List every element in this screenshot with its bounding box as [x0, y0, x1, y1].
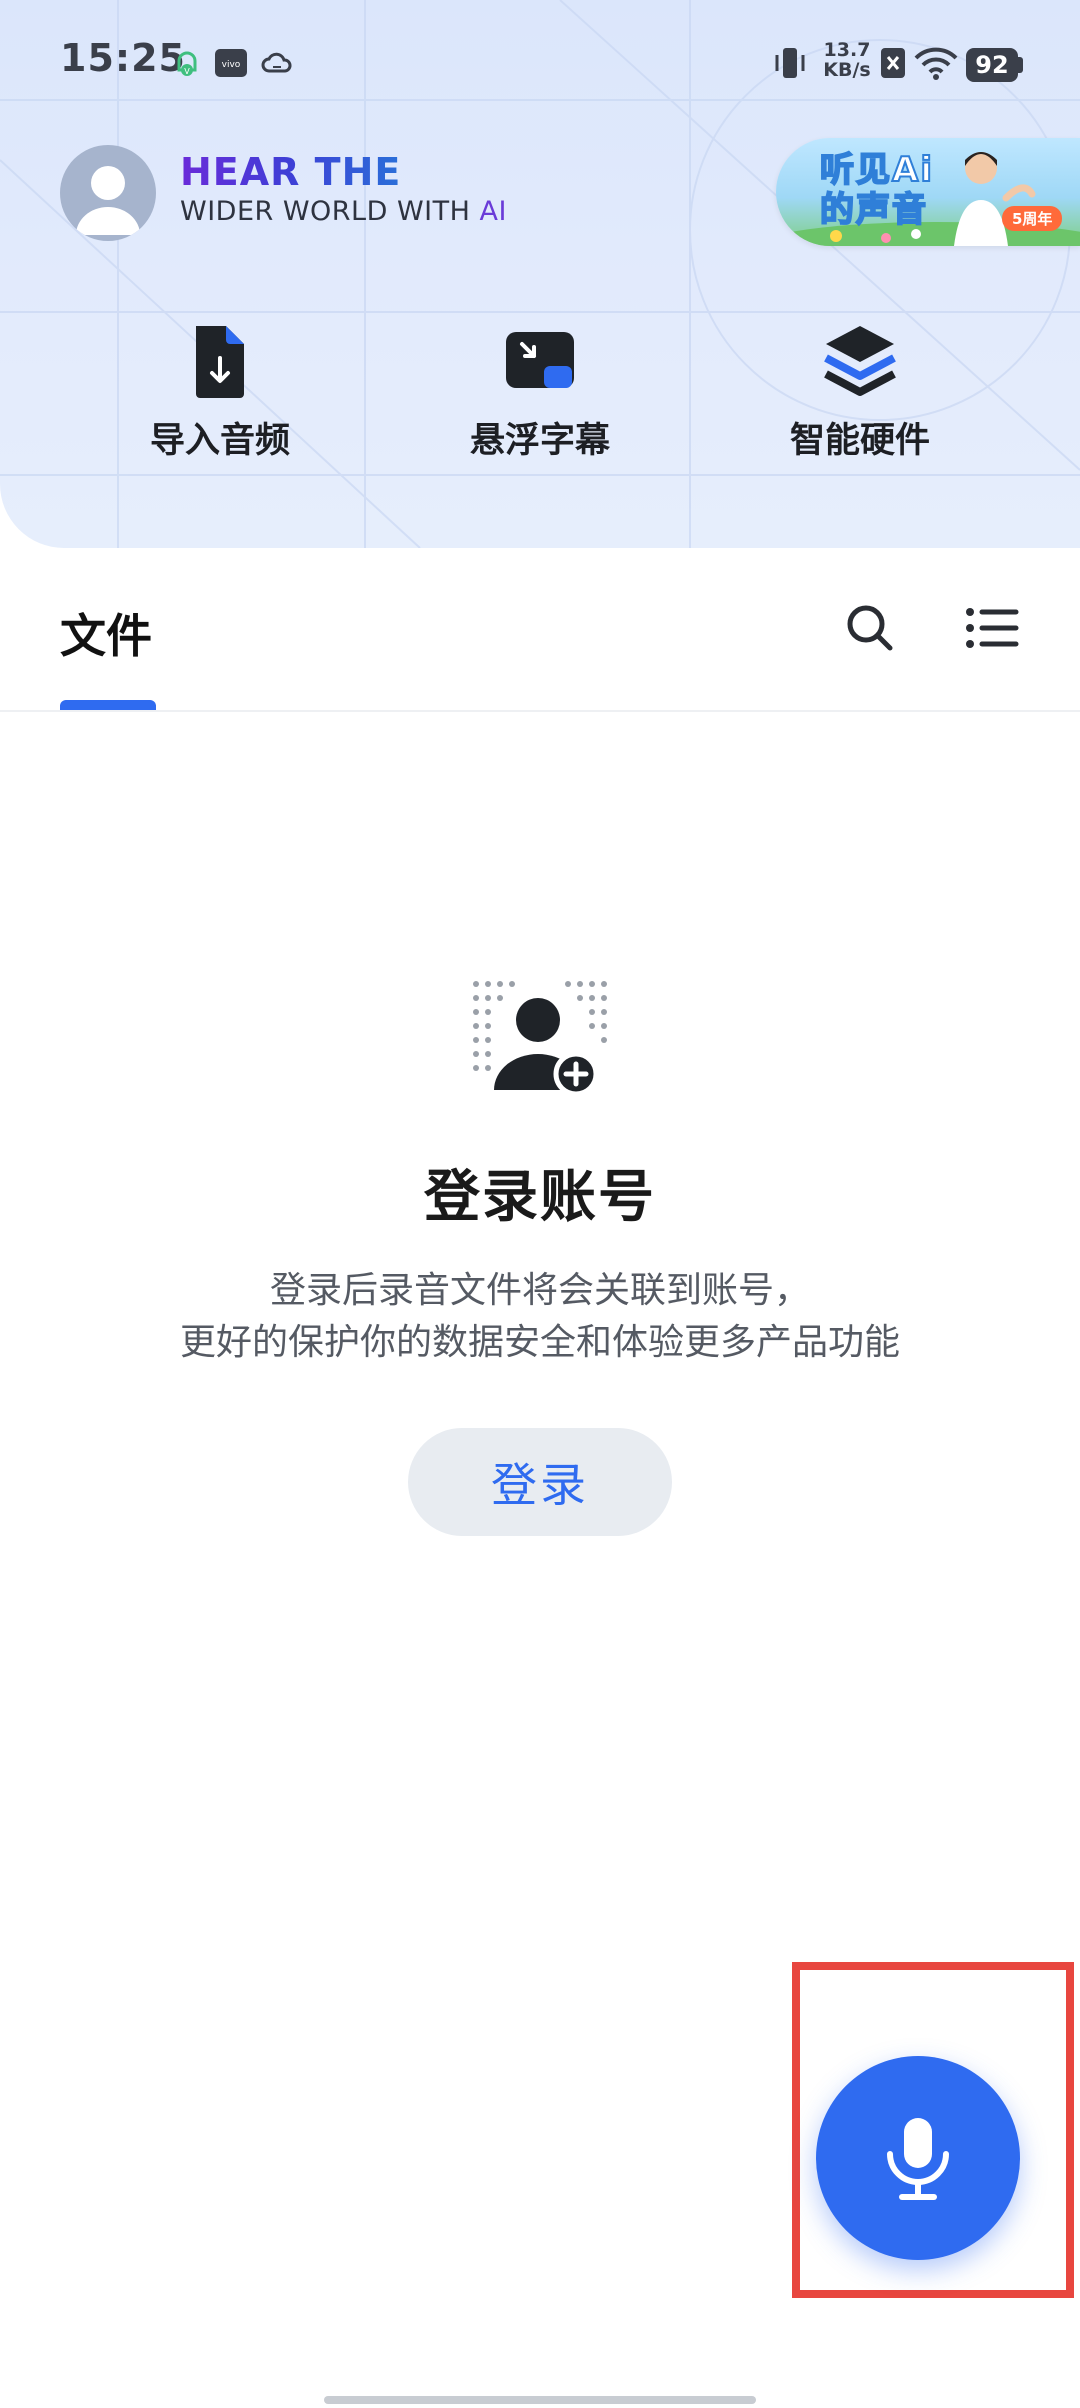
promo-text-line-1: 听见Ai [819, 149, 934, 191]
home-indicator[interactable] [324, 2396, 756, 2404]
battery-icon: 92 [966, 48, 1018, 82]
svg-text:vivo: vivo [222, 60, 241, 70]
empty-state-description: 登录后录音文件将会关联到账号， 更好的保护你的数据安全和体验更多产品功能 [0, 1265, 1080, 1369]
svg-text:V: V [184, 67, 190, 76]
cloud-icon [261, 52, 292, 73]
net-speed-value: 13.7 [823, 39, 871, 61]
microphone-icon [887, 2118, 949, 2200]
empty-state-description-line-2: 更好的保护你的数据安全和体验更多产品功能 [179, 1322, 900, 1363]
files-header [0, 548, 1080, 710]
record-button[interactable] [816, 2056, 1020, 2260]
search-icon[interactable] [840, 598, 900, 658]
promo-text-line-2: 的声音 [819, 189, 928, 231]
promo-banner[interactable]: 听见Ai 的声音 5周年 [776, 138, 1080, 246]
list-icon[interactable] [962, 598, 1022, 658]
battery-tip [1018, 57, 1023, 73]
tab-active-indicator [60, 700, 156, 710]
quick-action-label: 导入音频 [149, 421, 290, 461]
tab-divider [0, 710, 1080, 712]
notification-bell-icon: V [177, 51, 197, 76]
no-sim-icon [881, 48, 905, 78]
empty-state-title: 登录账号 [424, 1165, 656, 1230]
smart-hardware-icon [824, 326, 896, 396]
quick-action-label: 悬浮字幕 [469, 421, 610, 461]
status-time: 15:25 [60, 36, 186, 80]
slogan-line-2: WIDER WORLD WITH AI [180, 196, 507, 227]
slogan-ai: AI [479, 196, 507, 227]
net-speed: 13.7 KB/s [822, 40, 872, 80]
promo-text: 听见Ai 的声音 [819, 149, 934, 231]
quick-action-floating-subtitle[interactable]: 悬浮字幕 [420, 322, 660, 461]
wifi-icon [914, 47, 958, 80]
net-speed-unit: KB/s [823, 59, 871, 81]
avatar[interactable] [60, 145, 156, 241]
battery-level: 92 [975, 51, 1009, 79]
quick-action-label: 智能硬件 [789, 421, 930, 461]
app-screen: 15:25 V vivo 13.7 KB/s 92 HEAR THE WIDER… [0, 0, 1080, 2408]
slogan-line-2-prefix: WIDER WORLD WITH [180, 196, 480, 227]
user-avatar-icon [76, 166, 140, 235]
empty-state-description-line-1: 登录后录音文件将会关联到账号， [269, 1270, 810, 1311]
import-audio-icon [196, 326, 244, 398]
quick-action-smart-hardware[interactable]: 智能硬件 [740, 322, 980, 461]
vivo-icon: vivo [215, 49, 247, 77]
slogan-line-1: HEAR THE [180, 150, 402, 194]
floating-subtitle-icon [506, 332, 574, 388]
quick-action-import-audio[interactable]: 导入音频 [100, 322, 340, 461]
promo-badge: 5周年 [1002, 206, 1063, 231]
vibrate-icon [775, 48, 805, 78]
login-button[interactable]: 登录 [408, 1428, 672, 1536]
login-account-illustration-icon [473, 981, 607, 1096]
tab-files[interactable]: 文件 [60, 600, 152, 666]
status-bar: 15:25 V vivo 13.7 KB/s 92 [0, 0, 1080, 130]
